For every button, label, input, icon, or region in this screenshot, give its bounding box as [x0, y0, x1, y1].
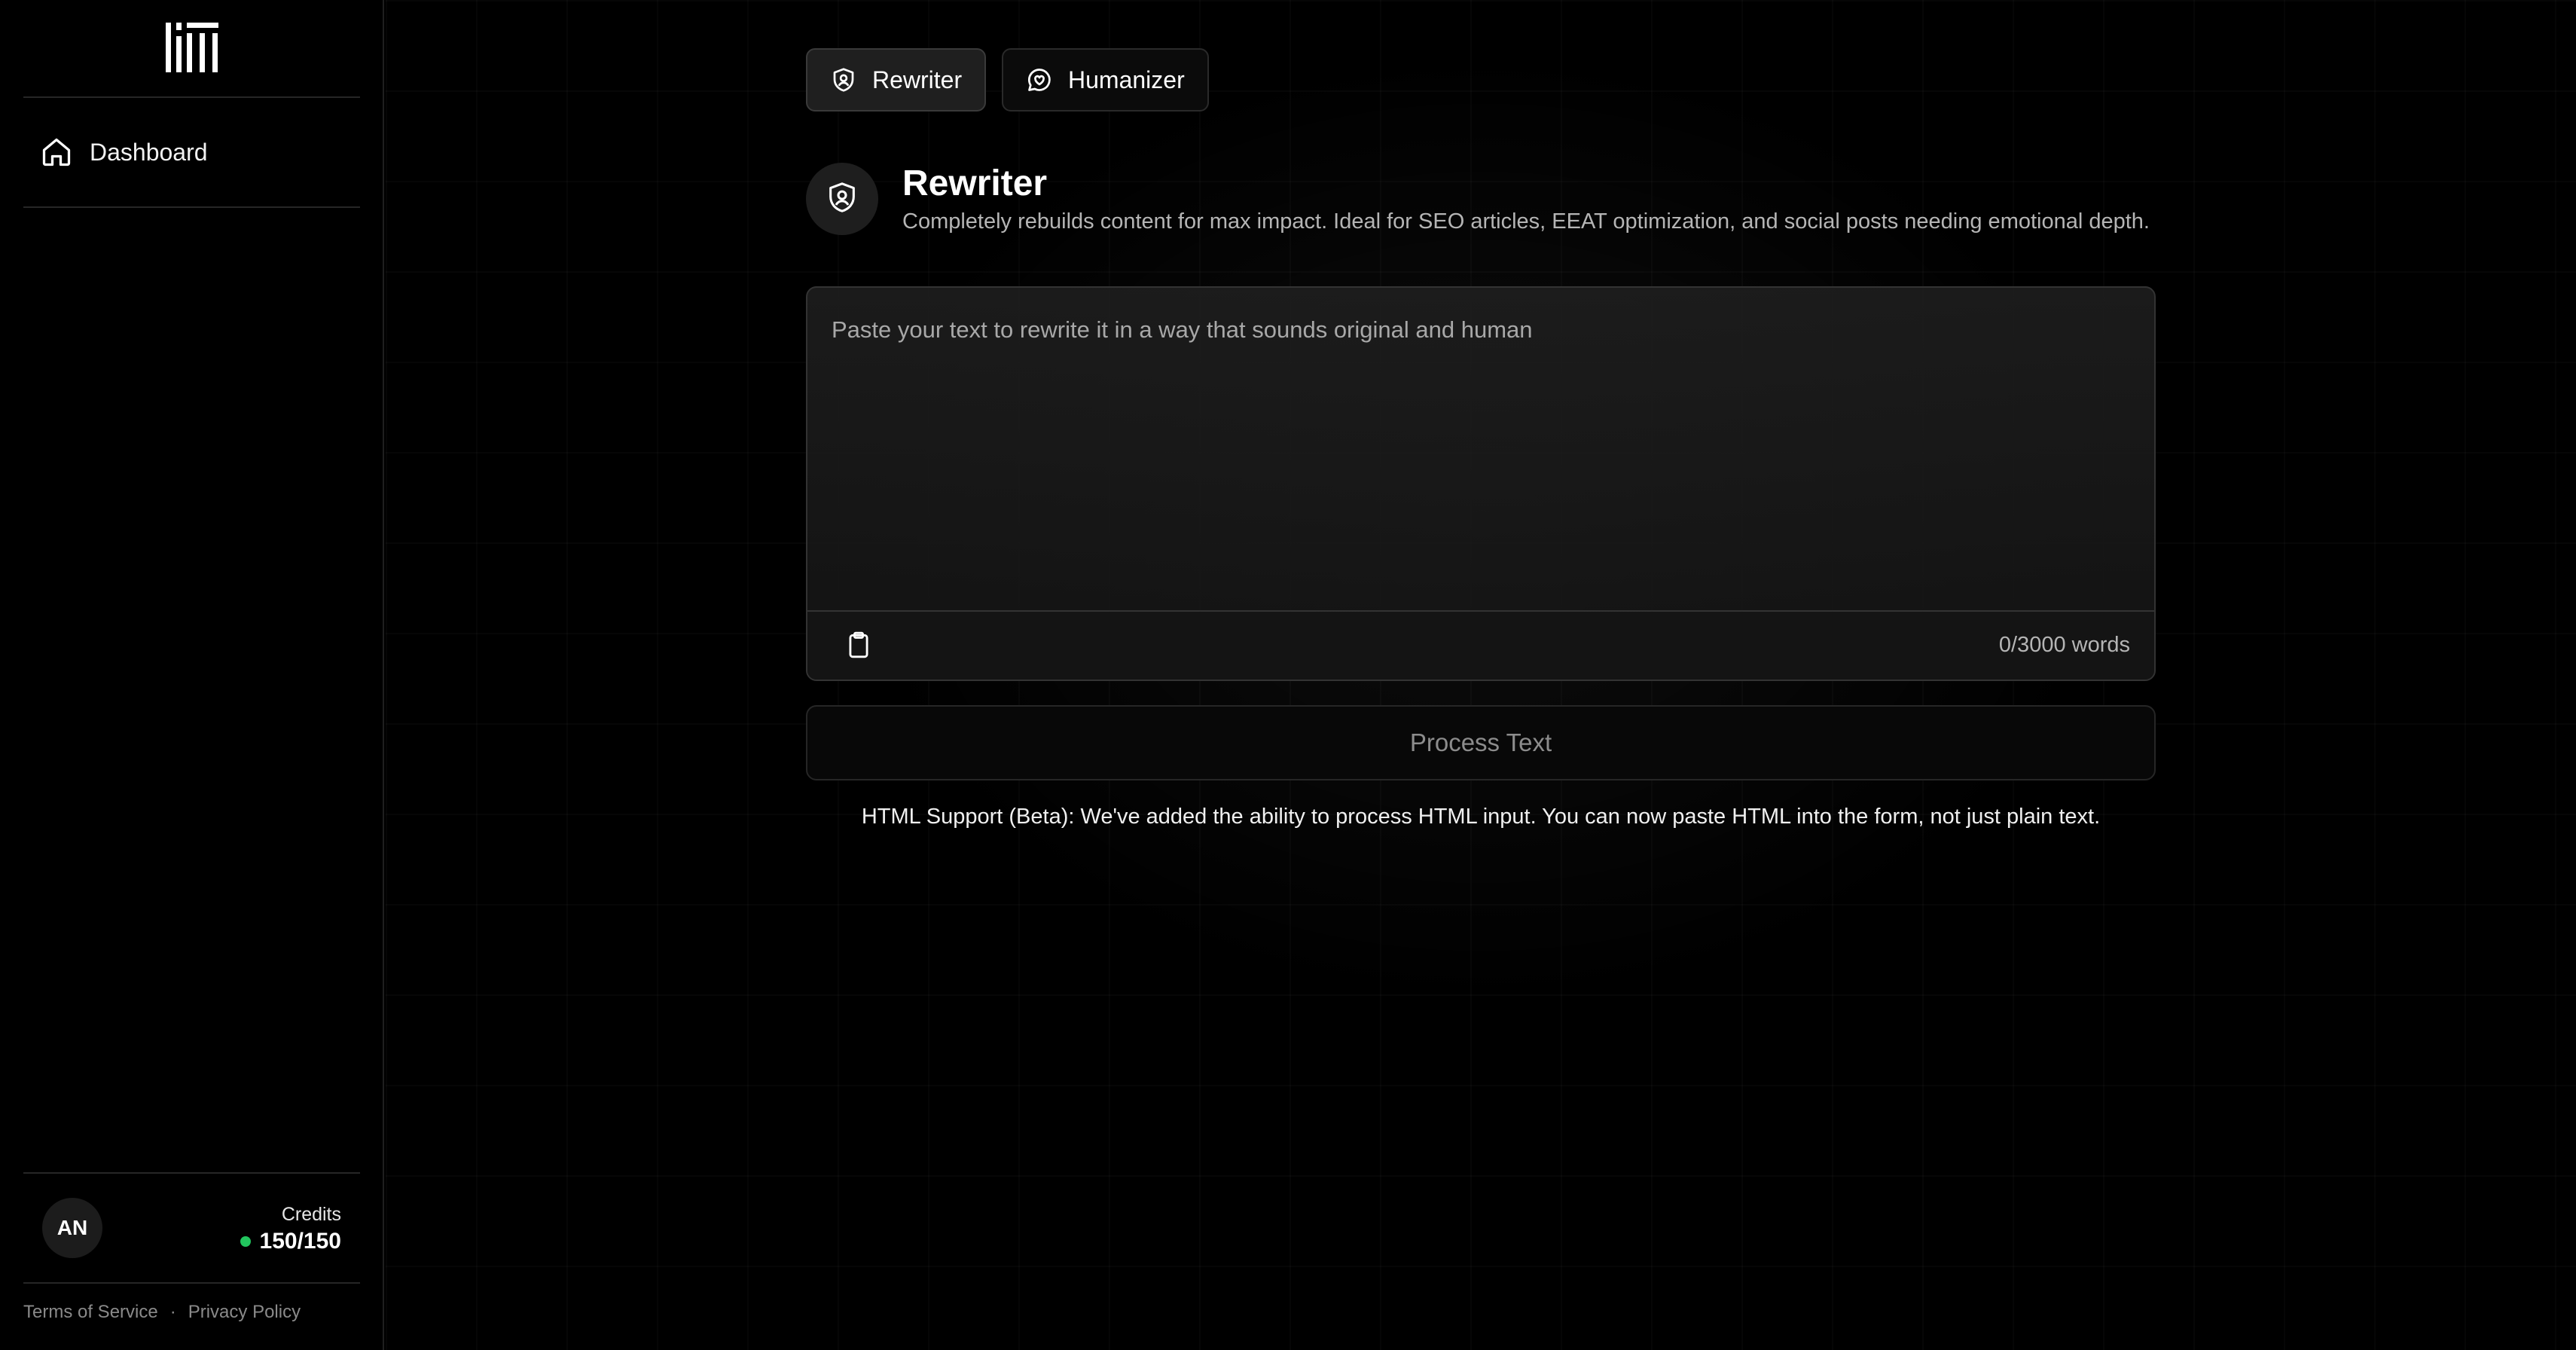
home-icon — [40, 136, 73, 169]
text-input[interactable] — [807, 288, 2154, 610]
sidebar-divider — [23, 206, 360, 208]
privacy-link[interactable]: Privacy Policy — [188, 1302, 301, 1323]
clipboard-icon — [844, 631, 873, 663]
tab-humanizer[interactable]: Humanizer — [1002, 48, 1209, 111]
tab-label: Humanizer — [1068, 66, 1185, 93]
tool-description: Completely rebuilds content for max impa… — [902, 209, 2150, 234]
status-dot-icon — [240, 1236, 251, 1247]
credits-value-row: 150/150 — [240, 1229, 341, 1254]
app-logo[interactable] — [166, 23, 218, 72]
footer-links: Terms of Service · Privacy Policy — [23, 1302, 301, 1323]
avatar[interactable]: AN — [42, 1198, 102, 1258]
paste-button[interactable] — [839, 627, 878, 666]
footer-separator: · — [169, 1302, 176, 1322]
word-count: 0/3000 words — [1998, 633, 2130, 657]
terms-link[interactable]: Terms of Service — [23, 1302, 158, 1323]
html-support-notice: HTML Support (Beta): We've added the abi… — [861, 805, 2101, 829]
process-text-button[interactable]: Process Text — [806, 705, 2156, 780]
tool-icon — [806, 163, 878, 235]
credits-value: 150/150 — [259, 1229, 341, 1254]
sidebar-divider — [23, 96, 360, 98]
tab-rewriter[interactable]: Rewriter — [806, 48, 987, 111]
tab-label: Rewriter — [872, 66, 963, 93]
user-panel: AN Credits 150/150 — [23, 1174, 360, 1282]
text-editor: 0/3000 words — [806, 286, 2156, 681]
editor-footer: 0/3000 words — [807, 610, 2154, 680]
shield-user-icon — [825, 180, 859, 218]
sidebar-item-dashboard[interactable]: Dashboard — [23, 125, 360, 179]
credits-display: Credits 150/150 — [240, 1204, 341, 1254]
page-title: Rewriter — [902, 163, 1048, 203]
sidebar-item-label: Dashboard — [90, 138, 208, 166]
shield-user-icon — [830, 66, 857, 93]
chat-heart-icon — [1026, 66, 1053, 93]
sidebar: Dashboard AN Credits 150/150 Terms of Se… — [0, 0, 384, 1350]
credits-label: Credits — [281, 1204, 341, 1225]
sidebar-divider — [23, 1282, 360, 1284]
